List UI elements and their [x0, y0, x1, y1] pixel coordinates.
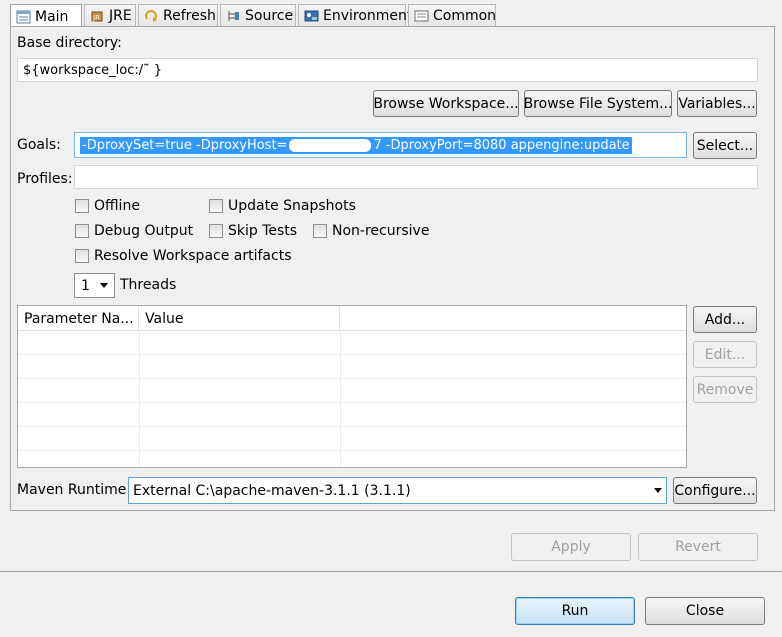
base-directory-value: ${workspace_loc:/˜ }	[23, 62, 163, 78]
tab-refresh-label: Refresh	[163, 8, 216, 24]
configure-runtime-button[interactable]: Configure...	[673, 477, 757, 504]
remove-parameter-button[interactable]: Remove	[693, 376, 757, 403]
tab-jre-label: JRE	[109, 8, 132, 24]
common-icon	[414, 9, 429, 23]
base-directory-label: Base directory:	[17, 35, 122, 51]
table-row[interactable]	[18, 355, 686, 379]
table-row[interactable]	[18, 379, 686, 403]
offline-checkbox-box[interactable]	[75, 199, 89, 213]
profiles-field[interactable]	[74, 165, 758, 189]
goals-field[interactable]: -DproxySet=true -DproxyHost= 7 -DproxyPor…	[74, 132, 687, 158]
update-snapshots-checkbox-box[interactable]	[209, 199, 223, 213]
skip-tests-checkbox-box[interactable]	[209, 224, 223, 238]
table-header: Parameter Na... Value	[18, 306, 686, 331]
redaction-mark	[289, 138, 372, 152]
table-row[interactable]	[18, 403, 686, 427]
jre-icon: JR	[90, 9, 105, 23]
source-icon	[226, 9, 241, 23]
table-row[interactable]	[18, 331, 686, 355]
main-tab-icon	[16, 10, 31, 24]
debug-output-label: Debug Output	[94, 223, 194, 239]
maven-runtime-value: External C:\apache-maven-3.1.1 (3.1.1)	[133, 482, 411, 499]
skip-tests-checkbox[interactable]: Skip Tests	[209, 223, 297, 239]
table-row[interactable]	[18, 451, 686, 467]
svg-text:JR: JR	[92, 14, 100, 22]
debug-output-checkbox[interactable]: Debug Output	[75, 223, 193, 239]
profiles-label: Profiles:	[17, 171, 73, 187]
tab-main[interactable]: Main	[10, 4, 82, 28]
add-parameter-button[interactable]: Add...	[693, 306, 757, 333]
maven-runtime-label: Maven Runtime:	[17, 482, 132, 498]
footer-divider	[0, 571, 782, 572]
refresh-icon	[144, 9, 159, 23]
goals-selected-text: -DproxySet=true -DproxyHost= 7 -DproxyPor…	[80, 136, 632, 154]
tab-main-label: Main	[35, 8, 69, 25]
tab-source-label: Source	[245, 8, 294, 24]
non-recursive-checkbox-box[interactable]	[313, 224, 327, 238]
threads-value: 1	[81, 277, 90, 294]
tab-common-label: Common	[433, 8, 497, 24]
tab-source[interactable]: Source	[220, 4, 296, 27]
tab-environment[interactable]: Environment	[298, 4, 412, 27]
resolve-workspace-label: Resolve Workspace artifacts	[94, 248, 292, 264]
browse-file-system-button[interactable]: Browse File System...	[524, 90, 672, 117]
apply-button[interactable]: Apply	[511, 533, 631, 561]
column-header-value[interactable]: Value	[139, 306, 340, 331]
column-header-parameter-name[interactable]: Parameter Na...	[18, 306, 139, 331]
update-snapshots-checkbox[interactable]: Update Snapshots	[209, 198, 356, 214]
variables-button[interactable]: Variables...	[677, 90, 757, 117]
threads-label: Threads	[120, 277, 177, 293]
select-goals-button[interactable]: Select...	[693, 132, 757, 159]
chevron-down-icon	[100, 283, 108, 288]
base-directory-field[interactable]: ${workspace_loc:/˜ }	[17, 58, 758, 82]
tab-common[interactable]: Common	[408, 4, 496, 27]
non-recursive-checkbox[interactable]: Non-recursive	[313, 223, 429, 239]
edit-parameter-button[interactable]: Edit...	[693, 341, 757, 368]
threads-dropdown[interactable]: 1	[74, 273, 115, 298]
resolve-workspace-checkbox[interactable]: Resolve Workspace artifacts	[75, 248, 291, 264]
tab-jre[interactable]: JR JRE	[84, 4, 136, 27]
tab-refresh[interactable]: Refresh	[138, 4, 218, 27]
goals-value-part1: -DproxySet=true -DproxyHost=	[82, 137, 288, 153]
skip-tests-label: Skip Tests	[228, 223, 298, 239]
revert-button[interactable]: Revert	[638, 533, 758, 561]
tab-environment-label: Environment	[323, 8, 413, 24]
browse-workspace-button[interactable]: Browse Workspace...	[373, 90, 519, 117]
parameters-table[interactable]: Parameter Na... Value	[17, 305, 687, 468]
run-button[interactable]: Run	[515, 597, 635, 625]
resolve-workspace-checkbox-box[interactable]	[75, 249, 89, 263]
maven-runtime-dropdown[interactable]: External C:\apache-maven-3.1.1 (3.1.1)	[128, 477, 667, 504]
goals-value-part2: 7 -DproxyPort=8080 appengine:update	[373, 137, 630, 153]
column-header-empty	[340, 306, 686, 331]
offline-label: Offline	[94, 198, 140, 214]
environment-icon	[304, 9, 319, 23]
update-snapshots-label: Update Snapshots	[228, 198, 356, 214]
offline-checkbox[interactable]: Offline	[75, 198, 140, 214]
goals-label: Goals:	[17, 137, 61, 153]
debug-output-checkbox-box[interactable]	[75, 224, 89, 238]
non-recursive-label: Non-recursive	[332, 223, 430, 239]
chevron-down-icon	[654, 488, 662, 493]
table-row[interactable]	[18, 427, 686, 451]
close-button[interactable]: Close	[645, 597, 765, 625]
